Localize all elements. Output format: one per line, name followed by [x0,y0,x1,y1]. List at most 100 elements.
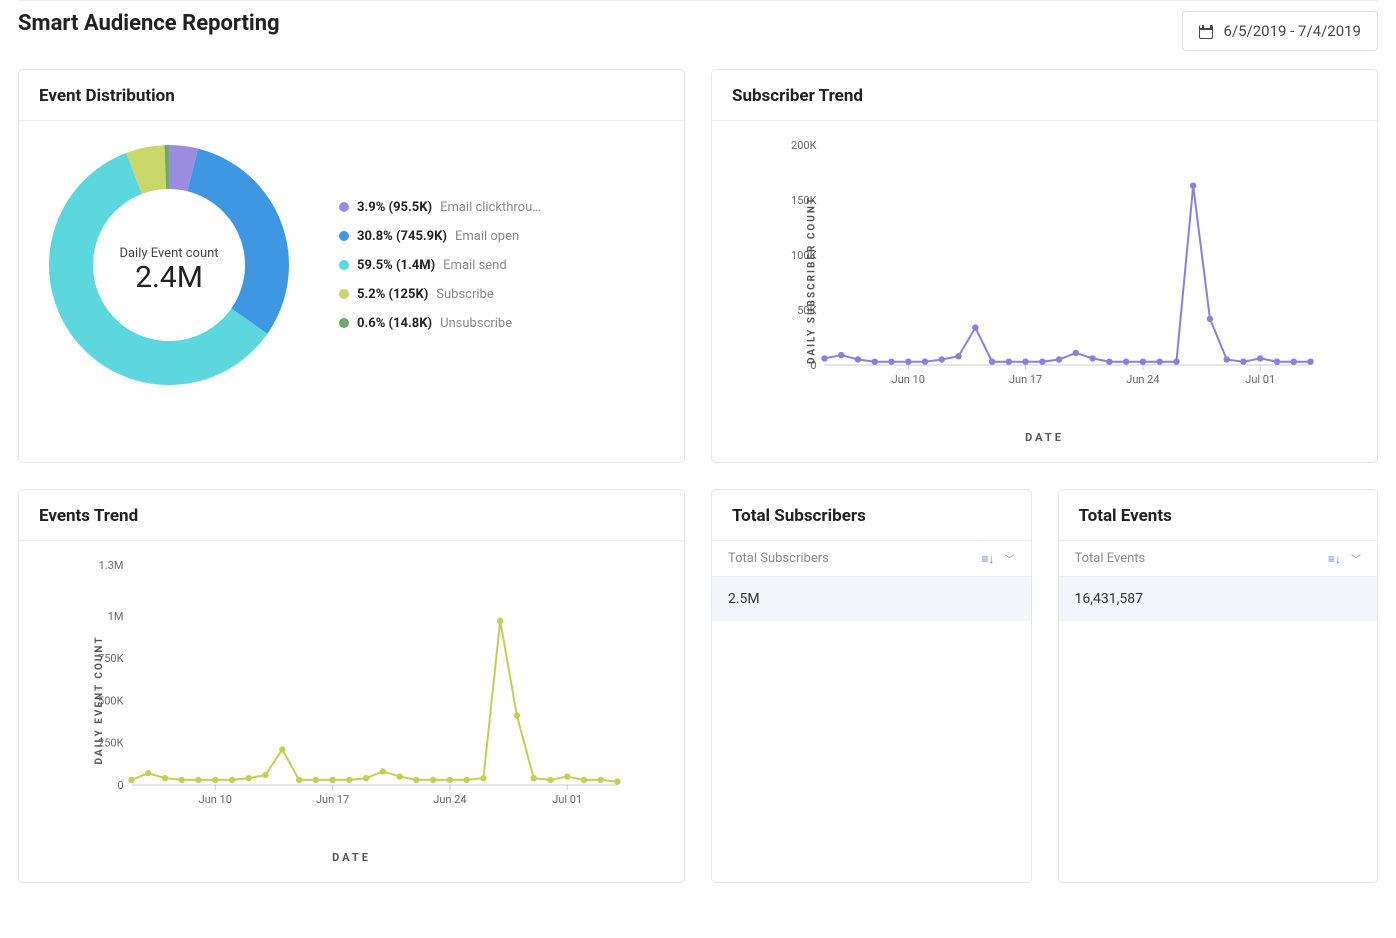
chart-point [463,777,469,783]
chart-point [1089,355,1095,361]
chart-point [480,775,486,781]
y-tick-label: 1M [108,610,124,623]
chart-line [132,621,618,782]
x-tick-label: Jun 17 [316,793,349,806]
x-tick-label: Jul 01 [1245,373,1275,386]
chart-point [855,356,861,362]
chart-point [821,355,827,361]
chart-point [1274,359,1280,365]
chart-point [1291,359,1297,365]
chart-point [346,777,352,783]
chart-point [1073,350,1079,356]
legend-pct: 30.8% (745.9K) [357,229,447,244]
sort-icon[interactable]: ≡↓ [981,552,994,566]
legend-name: Email clickthrou… [440,200,541,215]
x-axis-label: DATE [39,851,664,864]
chart-point [838,352,844,358]
legend-pct: 0.6% (14.8K) [357,316,432,331]
chart-point [380,768,386,774]
legend-item: 0.6% (14.8K) Unsubscribe [339,316,541,331]
chart-point [313,777,319,783]
x-tick-label: Jun 24 [433,793,466,806]
y-axis-label: DAILY EVENT COUNT [94,635,105,764]
sort-icon[interactable]: ≡↓ [1328,552,1341,566]
chart-point [447,777,453,783]
legend-pct: 5.2% (125K) [357,287,428,302]
x-tick-label: Jun 10 [199,793,232,806]
chart-point [279,746,285,752]
chart-point [1156,359,1162,365]
card-title: Event Distribution [19,70,684,121]
chart-point [296,777,302,783]
chart-point [1006,359,1012,365]
chevron-down-icon[interactable]: ﹀ [1005,551,1015,566]
chart-point [581,777,587,783]
chart-point [564,773,570,779]
chart-point [888,359,894,365]
legend-name: Email open [455,229,519,244]
chart-point [955,353,961,359]
chart-point [922,359,928,365]
chart-point [972,324,978,330]
legend-swatch [339,202,349,212]
chart-point [195,777,201,783]
legend-name: Email send [443,258,507,273]
chart-point [430,777,436,783]
y-tick-label: 0 [117,779,123,792]
chart-point [1190,183,1196,189]
card-title: Subscriber Trend [712,70,1377,121]
x-tick-label: Jun 17 [1009,373,1042,386]
total-events-value: 16,431,587 [1059,577,1378,621]
y-tick-label: 200K [791,139,817,152]
date-range-picker[interactable]: 6/5/2019 - 7/4/2019 [1182,11,1378,51]
chart-line [825,186,1311,362]
column-label: Total Events [1075,551,1146,566]
legend-item: 5.2% (125K) Subscribe [339,287,541,302]
donut-legend: 3.9% (95.5K) Email clickthrou… 30.8% (745… [339,200,541,331]
chart-point [1022,359,1028,365]
chart-point [413,777,419,783]
chart-point [547,777,553,783]
chart-point [1106,359,1112,365]
column-label: Total Subscribers [728,551,829,566]
date-range-text: 6/5/2019 - 7/4/2019 [1223,22,1361,40]
legend-swatch [339,318,349,328]
x-axis-label: DATE [732,431,1357,444]
chart-point [246,775,252,781]
legend-name: Unsubscribe [440,316,512,331]
total-events-card: Total Events Total Events ≡↓ ﹀ 16,431,58… [1058,489,1379,883]
chart-point [531,775,537,781]
page-title: Smart Audience Reporting [18,11,280,36]
x-tick-label: Jul 01 [552,793,582,806]
chart-point [1224,356,1230,362]
chart-point [989,359,995,365]
chevron-down-icon[interactable]: ﹀ [1351,551,1361,566]
chart-point [614,778,620,784]
x-tick-label: Jun 24 [1126,373,1159,386]
chart-point [598,777,604,783]
chart-point [1257,355,1263,361]
event-distribution-card: Event Distribution Daily Event count 2.4… [18,69,685,463]
chart-point [905,359,911,365]
chart-point [1207,316,1213,322]
events-trend-card: Events Trend DAILY EVENT COUNT 0250K500K… [18,489,685,883]
chart-point [1123,359,1129,365]
total-subscribers-card: Total Subscribers Total Subscribers ≡↓ ﹀… [711,489,1032,883]
legend-name: Subscribe [436,287,493,302]
subscriber-trend-chart: 050K100K150K200KJun 10Jun 17Jun 24Jul 01 [732,135,1357,395]
donut-center-value: 2.4M [135,260,203,295]
donut-chart: Daily Event count 2.4M [39,135,299,395]
legend-pct: 3.9% (95.5K) [357,200,432,215]
chart-point [1173,359,1179,365]
chart-point [145,770,151,776]
subscriber-trend-card: Subscriber Trend DAILY SUBSCRIBER COUNT … [711,69,1378,463]
chart-point [1039,359,1045,365]
chart-point [128,777,134,783]
events-trend-chart: 0250K500K750K1M1.3MJun 10Jun 17Jun 24Jul… [39,555,664,815]
card-title: Total Events [1059,490,1378,541]
card-title: Events Trend [19,490,684,541]
chart-point [1240,359,1246,365]
card-title: Total Subscribers [712,490,1031,541]
chart-point [229,777,235,783]
chart-point [179,777,185,783]
